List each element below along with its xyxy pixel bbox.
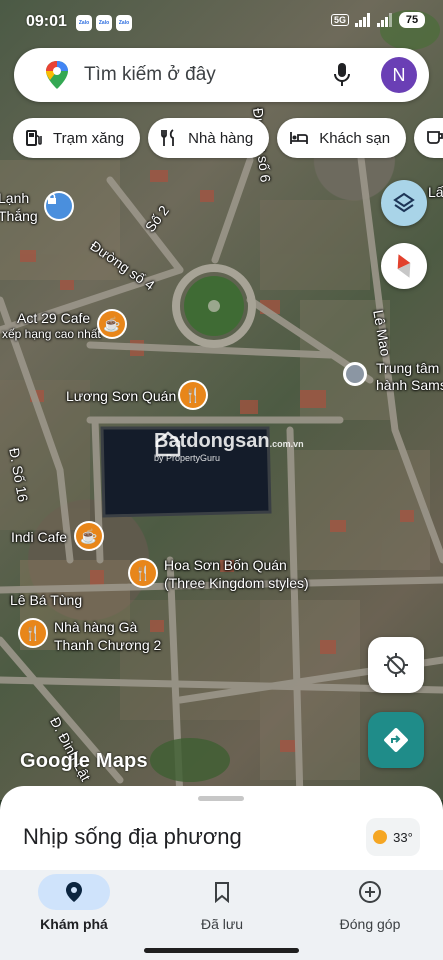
chip-gas-station[interactable]: Trạm xăng [13, 118, 141, 158]
nav-contribute[interactable]: Đóng góp [296, 870, 443, 960]
place-label-indi-cafe[interactable]: Indi Cafe [11, 529, 67, 545]
network-type: 5G [330, 14, 349, 26]
restaurant-icon[interactable]: 🍴 [20, 620, 46, 646]
bookmark-icon [215, 882, 229, 903]
drag-handle[interactable] [198, 796, 244, 801]
watermark-logo-icon [155, 431, 181, 457]
explore-pin-icon [66, 882, 82, 902]
place-icon[interactable] [343, 362, 367, 386]
restaurant-icon[interactable]: 🍴 [130, 560, 156, 586]
microphone-icon[interactable] [334, 62, 350, 88]
nav-explore[interactable]: Khám phá [0, 870, 148, 960]
sheet-title: Nhịp sống địa phương [23, 824, 242, 849]
zalo-notification-icon: Zalo [116, 15, 132, 31]
home-indicator[interactable] [144, 948, 299, 953]
compass-icon [397, 254, 411, 278]
temperature: 33° [393, 829, 413, 845]
nav-icon-container [334, 874, 406, 910]
gas-station-icon [26, 130, 42, 146]
hotel-bed-icon [290, 132, 309, 144]
restaurant-icon [161, 129, 175, 146]
coffee-icon [427, 131, 443, 144]
place-label-nha-hang-ga[interactable]: Nhà hàng Gà [54, 619, 137, 635]
place-subtitle: Thanh Chương 2 [54, 637, 162, 653]
status-time: 09:01 [26, 13, 67, 30]
category-chips: Trạm xăng Nhà hàng Khách sạn [13, 118, 443, 158]
chip-hotel[interactable]: Khách sạn [277, 118, 407, 158]
zalo-notification-icon: Zalo [76, 15, 92, 31]
restaurant-icon[interactable]: 🍴 [180, 382, 206, 408]
cafe-icon[interactable]: ☕ [76, 523, 102, 549]
signal-icon [355, 13, 371, 27]
zalo-notification-icon: Zalo [96, 15, 112, 31]
watermark-domain: .com.vn [269, 439, 304, 449]
compass-button[interactable] [381, 243, 427, 289]
avatar[interactable]: N [381, 57, 417, 93]
sunny-icon [373, 830, 388, 844]
nav-saved[interactable]: Đã lưu [148, 870, 296, 960]
chip-coffee[interactable] [414, 118, 443, 158]
battery-indicator: 75 [399, 12, 425, 28]
place-label-lanh[interactable]: Lạnh [0, 190, 29, 206]
nav-label: Đã lưu [200, 916, 244, 932]
chip-label: Trạm xăng [53, 129, 125, 147]
chip-label: Nhà hàng [188, 129, 254, 147]
directions-icon [384, 728, 408, 752]
nav-icon-container [38, 874, 110, 910]
place-label-act-29-cafe[interactable]: Act 29 Cafe [17, 310, 90, 326]
my-location-button[interactable] [368, 637, 424, 693]
place-label-hoa-son-bon-quan[interactable]: Hoa Sơn Bốn Quán [164, 557, 287, 573]
place-label-trung-tam[interactable]: Trung tâm [376, 360, 439, 376]
status-bar: 09:01 Zalo Zalo Zalo 5G 75 [0, 0, 443, 44]
street-label: Lấ [428, 184, 443, 200]
search-bar[interactable]: Tìm kiếm ở đây N [14, 48, 429, 102]
google-maps-attribution: Google Maps [20, 750, 148, 772]
directions-button[interactable] [368, 712, 424, 768]
cafe-icon[interactable]: ☕ [99, 311, 125, 337]
nav-icon-container [186, 874, 258, 910]
search-input[interactable]: Tìm kiếm ở đây [84, 64, 216, 86]
nav-label: Khám phá [40, 916, 108, 932]
add-circle-icon [359, 881, 381, 903]
watermark: Batdongsan.com.vn by PropertyGuru [154, 430, 304, 463]
bottom-sheet[interactable]: Nhịp sống địa phương 33° [0, 786, 443, 870]
location-disabled-icon [384, 653, 408, 677]
place-subtitle: xếp hạng cao nhất [2, 327, 101, 341]
layers-icon [393, 192, 415, 213]
maps-pin-icon [46, 61, 68, 89]
signal-icon [377, 13, 393, 27]
place-label-thang[interactable]: Thắng [0, 208, 38, 224]
chip-label: Khách sạn [319, 129, 391, 147]
place-label-luong-son-quan[interactable]: Lương Sơn Quán [66, 388, 176, 404]
nav-label: Đóng góp [339, 916, 401, 932]
street-label: Lê Bá Tùng [10, 592, 83, 608]
weather-badge[interactable]: 33° [366, 818, 420, 856]
layers-button[interactable] [381, 180, 427, 226]
bottom-navigation: Khám phá Đã lưu Đóng góp [0, 870, 443, 960]
place-subtitle: (Three Kingdom styles) [164, 575, 309, 591]
lock-icon[interactable] [46, 193, 72, 219]
place-subtitle: hành Sams [376, 377, 443, 393]
chip-restaurant[interactable]: Nhà hàng [148, 118, 270, 158]
